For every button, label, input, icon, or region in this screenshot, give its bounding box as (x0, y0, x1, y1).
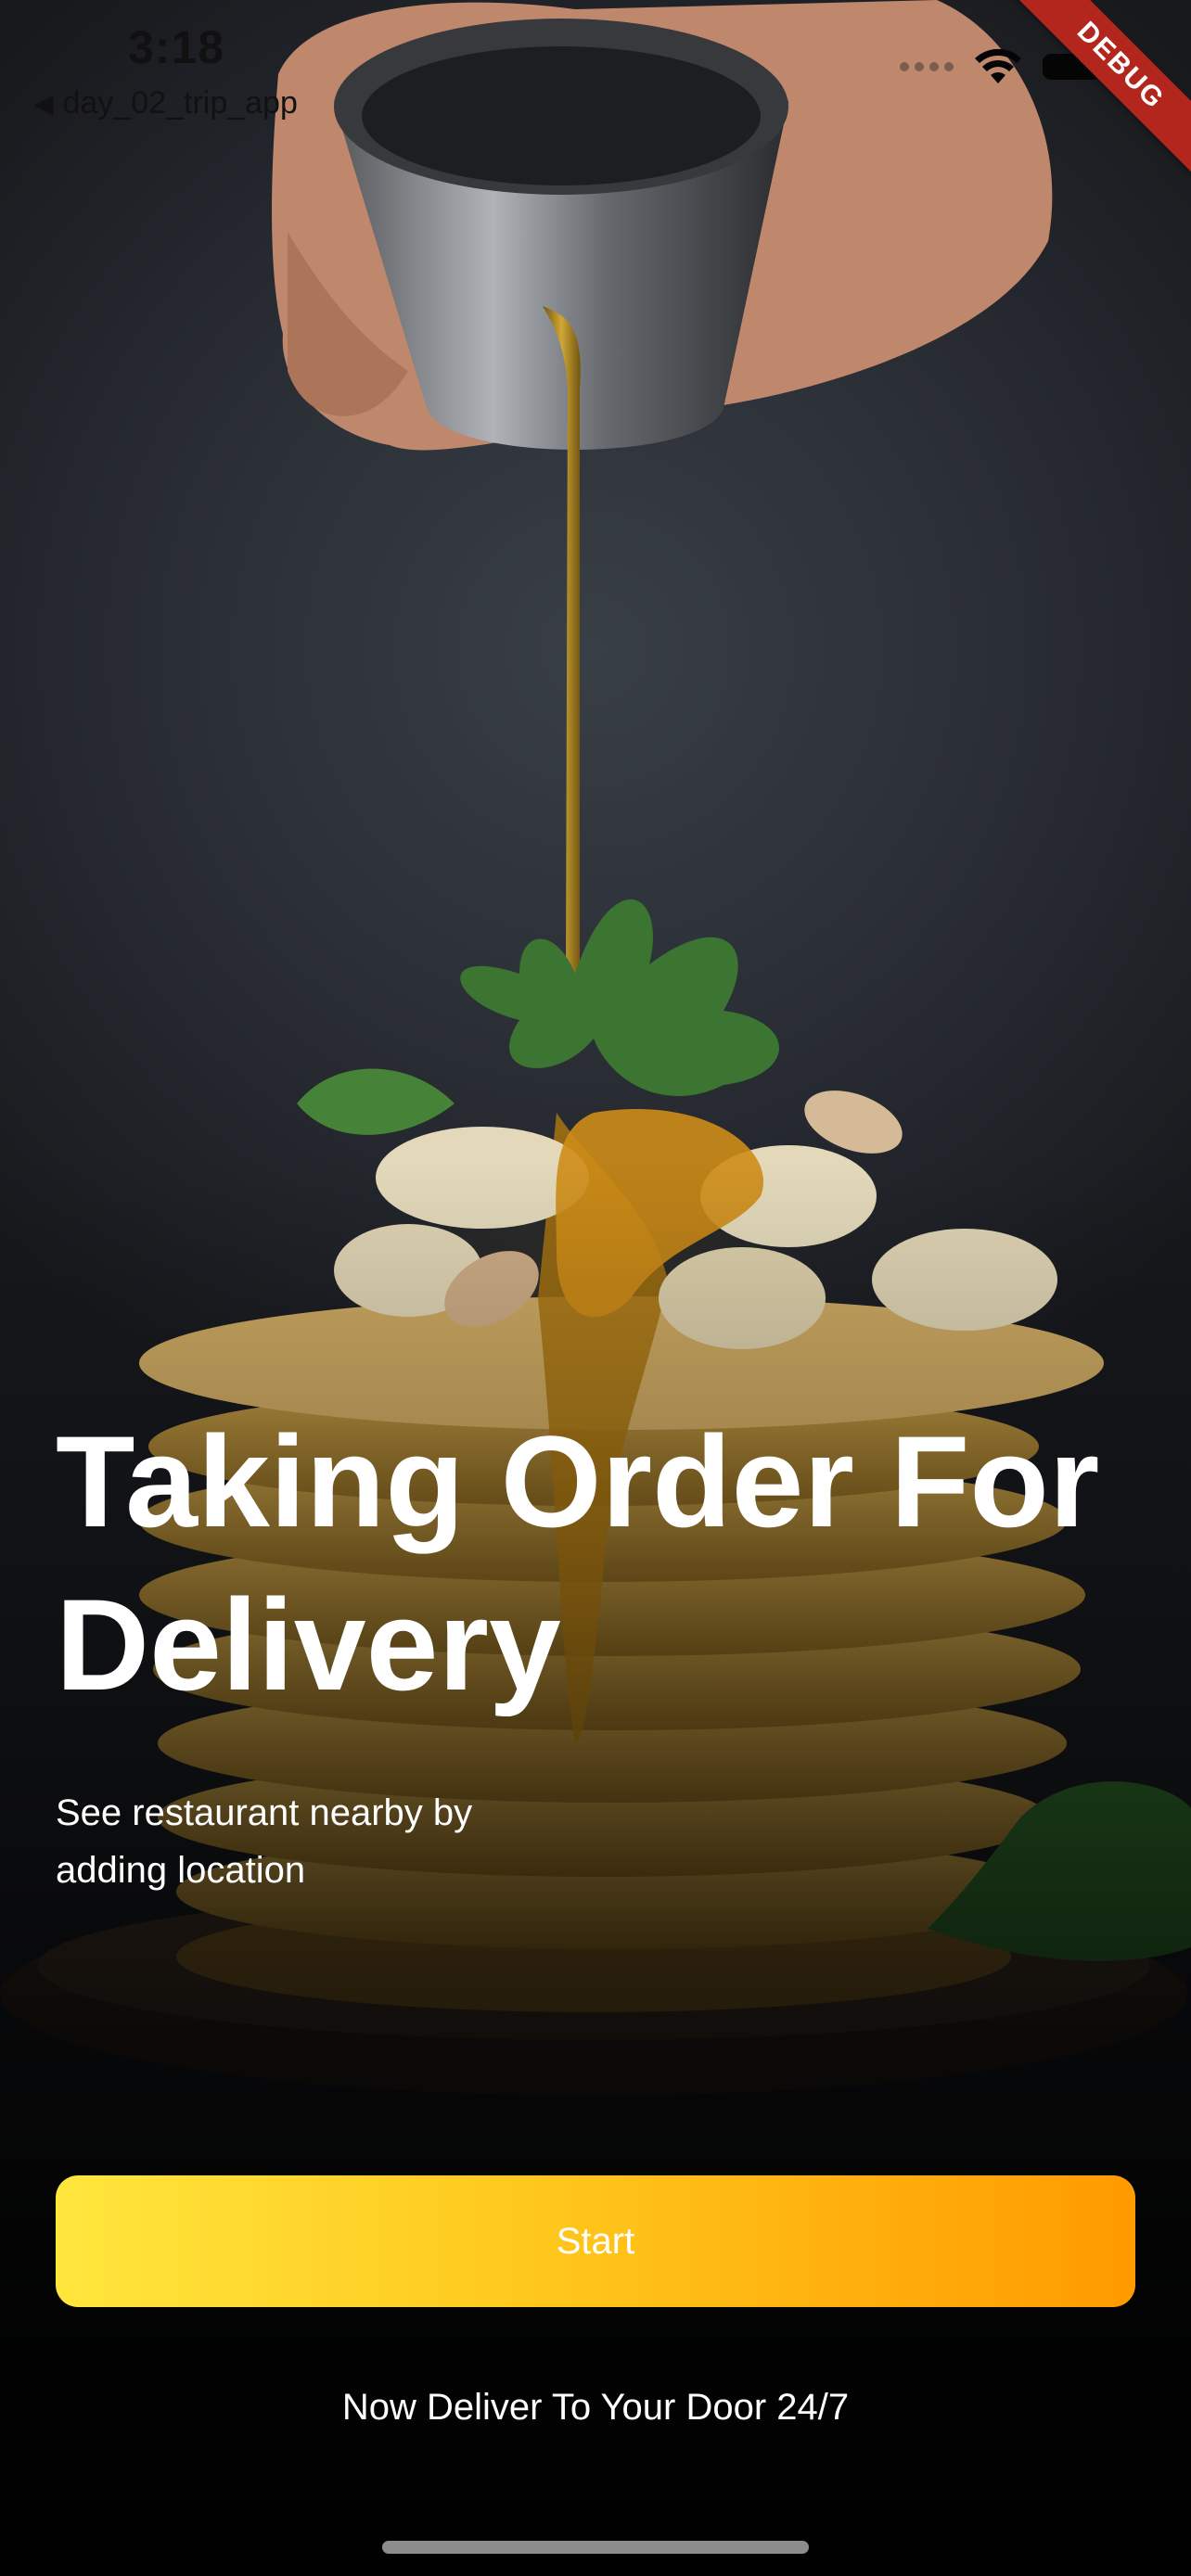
home-indicator[interactable] (382, 2541, 809, 2554)
back-triangle-icon: ◀ (33, 89, 54, 118)
cellular-signal-icon (900, 62, 954, 71)
back-app-label: day_02_trip_app (62, 85, 298, 121)
wifi-icon (975, 48, 1021, 83)
status-indicators (900, 48, 1108, 85)
status-time: 3:18 (128, 21, 225, 73)
start-button[interactable]: Start (56, 2175, 1135, 2307)
page-subtitle: See restaurant nearby by adding location (56, 1792, 473, 1891)
page-title: Taking Order For Delivery (56, 1409, 1100, 1717)
delivery-tagline: Now Deliver To Your Door 24/7 (341, 2387, 850, 2428)
back-to-app-link[interactable]: ◀ day_02_trip_app (33, 85, 298, 121)
onboarding-screen: 3:18 ◀ day_02_trip_app DEBUG Taking Orde… (0, 0, 1191, 2576)
